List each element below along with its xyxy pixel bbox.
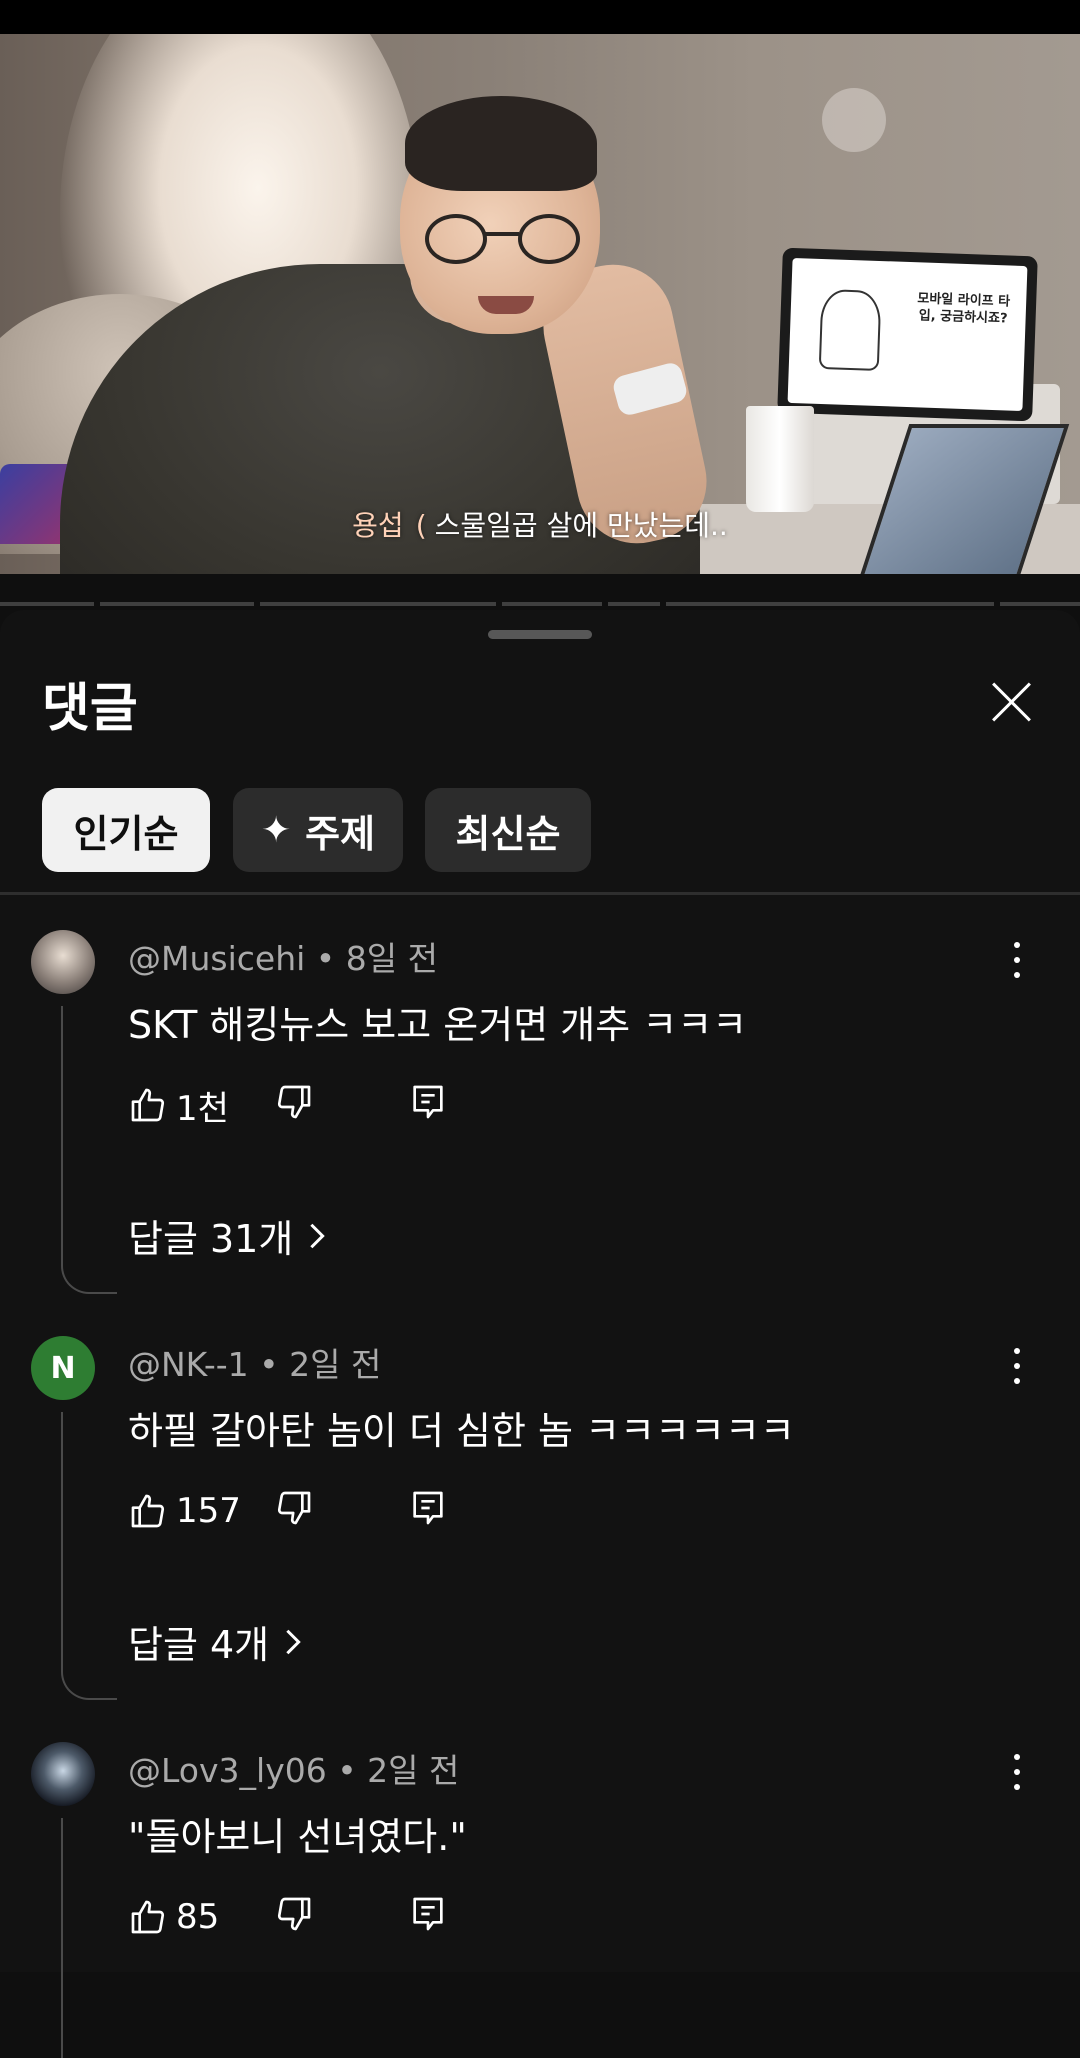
avatar[interactable]: N bbox=[31, 1336, 95, 1400]
reply-button[interactable] bbox=[408, 1894, 448, 1938]
reply-icon bbox=[413, 1085, 443, 1119]
comment-meta: @NK--1 • 2일 전 bbox=[128, 1345, 382, 1384]
chevron-right-icon bbox=[310, 1223, 326, 1248]
like-button[interactable]: 1천 bbox=[128, 1080, 229, 1130]
comment-time: 2일 전 bbox=[289, 1345, 382, 1384]
dislike-button[interactable] bbox=[274, 1082, 314, 1126]
divider bbox=[0, 892, 1080, 895]
like-count: 1천 bbox=[176, 1088, 229, 1129]
chevron-right-icon bbox=[286, 1629, 301, 1654]
comment-item: N @NK--1 • 2일 전 하필 갈아탄 놈이 더 심한 놈 ㅋㅋㅋㅋㅋㅋ … bbox=[0, 1336, 1080, 1700]
comment-time: 2일 전 bbox=[367, 1751, 460, 1790]
comment-text: SKT 해킹뉴스 보고 온거면 개추 ㅋㅋㅋ bbox=[128, 1003, 748, 1047]
thumbs-down-icon bbox=[277, 1085, 311, 1119]
comment-item: @Musicehi • 8일 전 SKT 해킹뉴스 보고 온거면 개추 ㅋㅋㅋ … bbox=[0, 930, 1080, 1294]
comment-item: @Lov3_ly06 • 2일 전 "돌아보니 선녀였다." 85 bbox=[0, 1742, 1080, 2058]
comment-author[interactable]: @NK--1 bbox=[128, 1345, 249, 1384]
filter-newest-chip[interactable]: 최신순 bbox=[425, 788, 591, 872]
reply-button[interactable] bbox=[408, 1082, 448, 1126]
comment-author[interactable]: @Musicehi bbox=[128, 939, 305, 978]
thread-line bbox=[61, 1818, 117, 2058]
comment-actions: 157 bbox=[128, 1486, 488, 1536]
reply-button[interactable] bbox=[408, 1488, 448, 1532]
subtitle-text: 스물일곱 살에 만났는데.. bbox=[434, 509, 728, 542]
close-icon[interactable] bbox=[990, 680, 1034, 724]
view-replies-button[interactable]: 답글 31개 bbox=[128, 1208, 327, 1263]
filter-topic-chip[interactable]: ✦ 주제 bbox=[233, 788, 403, 872]
reply-icon bbox=[413, 1491, 443, 1525]
video-subtitle: 용섭(스물일곱 살에 만났는데.. bbox=[352, 509, 728, 542]
filter-popular-chip[interactable]: 인기순 bbox=[42, 788, 210, 872]
drag-handle[interactable] bbox=[488, 630, 592, 639]
dislike-button[interactable] bbox=[274, 1894, 314, 1938]
thumbs-down-icon bbox=[277, 1897, 311, 1931]
thread-line bbox=[61, 1412, 117, 1700]
comment-text: "돌아보니 선녀였다." bbox=[128, 1815, 467, 1859]
comment-text: 하필 갈아탄 놈이 더 심한 놈 ㅋㅋㅋㅋㅋㅋ bbox=[128, 1409, 795, 1453]
dislike-button[interactable] bbox=[274, 1488, 314, 1532]
more-options-icon[interactable] bbox=[1002, 1344, 1032, 1388]
like-count: 85 bbox=[176, 1897, 220, 1937]
thumbs-up-icon bbox=[131, 1494, 165, 1528]
tablet-text: 모바일 라이프 타입, 궁금하시죠? bbox=[917, 291, 1011, 327]
thread-line bbox=[61, 1006, 117, 1294]
video-tablet: 모바일 라이프 타입, 궁금하시죠? bbox=[777, 247, 1038, 422]
chapter-progress-bar[interactable] bbox=[0, 602, 1080, 606]
avatar[interactable] bbox=[31, 930, 95, 994]
status-bar bbox=[0, 0, 1080, 34]
thumbs-down-icon bbox=[277, 1491, 311, 1525]
comment-meta: @Lov3_ly06 • 2일 전 bbox=[128, 1751, 460, 1790]
thumbs-up-icon bbox=[131, 1088, 165, 1122]
like-count: 157 bbox=[176, 1491, 241, 1531]
comment-author[interactable]: @Lov3_ly06 bbox=[128, 1751, 327, 1790]
comment-actions: 85 bbox=[128, 1892, 488, 1942]
subtitle-speaker: 용섭 bbox=[352, 509, 404, 542]
avatar[interactable] bbox=[31, 1742, 95, 1806]
more-options-icon[interactable] bbox=[1002, 938, 1032, 982]
comment-meta: @Musicehi • 8일 전 bbox=[128, 939, 438, 978]
comments-panel: 댓글 인기순 ✦ 주제 최신순 @Musicehi • 8일 전 SKT 해킹뉴… bbox=[0, 610, 1080, 2058]
more-options-icon[interactable] bbox=[1002, 1750, 1032, 1794]
comment-time: 8일 전 bbox=[345, 939, 438, 978]
thumbs-up-icon bbox=[131, 1900, 165, 1934]
panel-title: 댓글 bbox=[42, 679, 138, 739]
like-button[interactable]: 85 bbox=[128, 1892, 219, 1942]
like-button[interactable]: 157 bbox=[128, 1486, 241, 1536]
view-replies-button[interactable]: 답글 4개 bbox=[128, 1614, 303, 1669]
sparkle-icon: ✦ bbox=[260, 809, 292, 851]
reply-icon bbox=[413, 1897, 443, 1931]
video-player[interactable]: 모바일 라이프 타입, 궁금하시죠? 용섭(스물일곱 살에 만났는데.. bbox=[0, 34, 1080, 574]
comment-actions: 1천 bbox=[128, 1080, 488, 1130]
